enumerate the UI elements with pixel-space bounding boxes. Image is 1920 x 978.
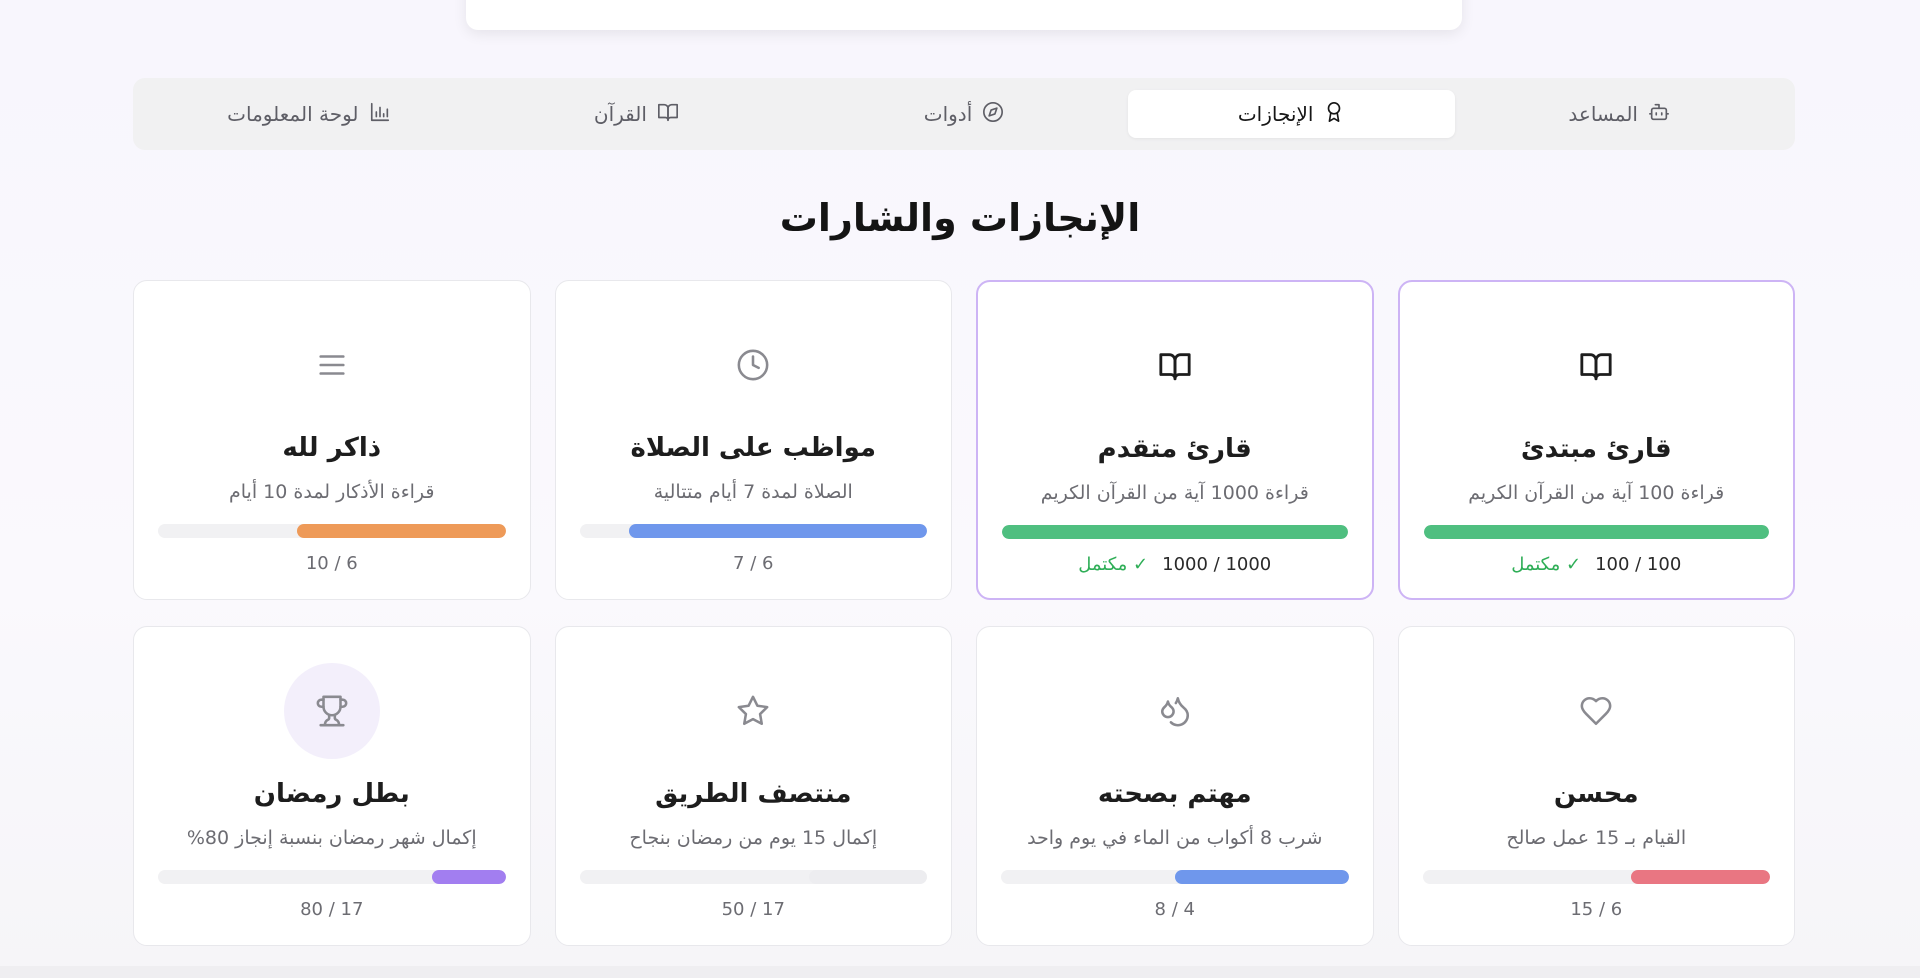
progress-status: 1000 / 1000 ✓ مكتمل — [978, 554, 1372, 575]
clock-icon — [705, 317, 801, 413]
progress-bar — [579, 524, 927, 538]
star-icon — [705, 663, 801, 759]
tab-dashboard[interactable]: لوحة المعلومات — [145, 90, 473, 138]
progress-fill — [431, 870, 506, 884]
bottom-strip — [0, 966, 1920, 978]
tab-quran[interactable]: القرآن — [473, 90, 801, 138]
tab-label: لوحة المعلومات — [227, 102, 359, 126]
progress-bar — [1423, 525, 1769, 539]
progress-bar — [158, 524, 506, 538]
progress-bar — [1002, 525, 1348, 539]
progress-fill — [297, 524, 506, 538]
progress-text: 8 / 4 — [1154, 899, 1195, 920]
achievement-card[interactable]: ذاكر لله قراءة الأذكار لمدة 10 أيام 10 /… — [133, 280, 531, 600]
progress-fill — [629, 524, 927, 538]
achievement-description: قراءة 1000 آية من القرآن الكريم — [1040, 482, 1309, 504]
achievement-description: الصلاة لمدة 7 أيام متتالية — [653, 481, 853, 503]
tab-label: أدوات — [923, 102, 973, 126]
progress-fill — [808, 870, 927, 884]
achievement-description: إكمال شهر رمضان بنسبة إنجاز 80% — [186, 827, 477, 849]
achievement-card[interactable]: مهتم بصحته شرب 8 أكواب من الماء في يوم و… — [976, 626, 1374, 946]
achievement-description: قراءة الأذكار لمدة 10 أيام — [229, 481, 435, 503]
book-open-icon — [1548, 318, 1644, 414]
achievement-card[interactable]: منتصف الطريق إكمال 15 يوم من رمضان بنجاح… — [554, 626, 952, 946]
completed-badge: ✓ مكتمل — [1078, 554, 1149, 575]
book-icon — [657, 101, 679, 128]
progress-status: 100 / 100 ✓ مكتمل — [1400, 554, 1794, 575]
progress-bar — [579, 870, 927, 884]
achievement-name: مهتم بصحته — [1097, 779, 1252, 809]
achievement-name: منتصف الطريق — [655, 779, 852, 809]
progress-bar — [1001, 870, 1349, 884]
compass-icon — [982, 101, 1004, 128]
achievement-card[interactable]: بطل رمضان إكمال شهر رمضان بنسبة إنجاز 80… — [133, 626, 531, 946]
achievement-description: القيام بـ 15 عمل صالح — [1506, 827, 1687, 849]
tab-label: الإنجازات — [1237, 102, 1314, 126]
achievement-name: قارئ متقدم — [1097, 434, 1252, 464]
main-tabs: المساعد الإنجازات أدوات القرآن لوحة المع… — [133, 78, 1795, 150]
progress-text: 7 / 6 — [733, 553, 774, 574]
progress-text: 100 / 100 — [1595, 554, 1682, 575]
progress-fill — [1631, 870, 1770, 884]
achievement-card[interactable]: قارئ متقدم قراءة 1000 آية من القرآن الكر… — [976, 280, 1374, 600]
tab-label: المساعد — [1568, 102, 1638, 126]
progress-fill — [1423, 525, 1769, 539]
achievement-card[interactable]: مواظب على الصلاة الصلاة لمدة 7 أيام متتا… — [554, 280, 952, 600]
tab-tools[interactable]: أدوات — [800, 90, 1128, 138]
progress-text: 10 / 6 — [305, 553, 358, 574]
menu-icon — [284, 317, 380, 413]
book-open-icon — [1127, 318, 1223, 414]
achievement-name: ذاكر لله — [282, 433, 382, 463]
tab-achievements[interactable]: الإنجازات — [1127, 90, 1456, 138]
achievements-grid: قارئ مبتدئ قراءة 100 آية من القرآن الكري… — [133, 280, 1795, 946]
progress-text: 1000 / 1000 — [1162, 554, 1272, 575]
heart-icon — [1548, 663, 1644, 759]
achievement-name: قارئ مبتدئ — [1520, 434, 1672, 464]
completed-badge: ✓ مكتمل — [1511, 554, 1582, 575]
droplets-icon — [1127, 663, 1223, 759]
progress-fill — [1002, 525, 1348, 539]
achievement-name: محسن — [1553, 779, 1639, 809]
progress-text: 50 / 17 — [721, 899, 785, 920]
award-icon — [1323, 101, 1345, 128]
tab-label: القرآن — [593, 102, 647, 126]
achievement-name: بطل رمضان — [253, 779, 410, 809]
achievement-description: شرب 8 أكواب من الماء في يوم واحد — [1027, 827, 1323, 849]
achievement-card[interactable]: محسن القيام بـ 15 عمل صالح 15 / 6 — [1397, 626, 1795, 946]
progress-text: 80 / 17 — [300, 899, 364, 920]
progress-bar — [1422, 870, 1770, 884]
progress-fill — [1174, 870, 1349, 884]
bot-icon — [1648, 101, 1670, 128]
progress-bar — [158, 870, 506, 884]
achievement-card[interactable]: قارئ مبتدئ قراءة 100 آية من القرآن الكري… — [1397, 280, 1795, 600]
top-card — [466, 0, 1462, 30]
trophy-icon — [283, 663, 380, 759]
achievement-description: إكمال 15 يوم من رمضان بنجاح — [629, 827, 878, 849]
tab-assistant[interactable]: المساعد — [1455, 90, 1783, 138]
progress-text: 15 / 6 — [1570, 899, 1623, 920]
achievement-description: قراءة 100 آية من القرآن الكريم — [1468, 482, 1725, 504]
page-title: الإنجازات والشارات — [779, 196, 1141, 240]
achievement-name: مواظب على الصلاة — [630, 433, 877, 463]
bar-chart-icon — [369, 101, 391, 128]
